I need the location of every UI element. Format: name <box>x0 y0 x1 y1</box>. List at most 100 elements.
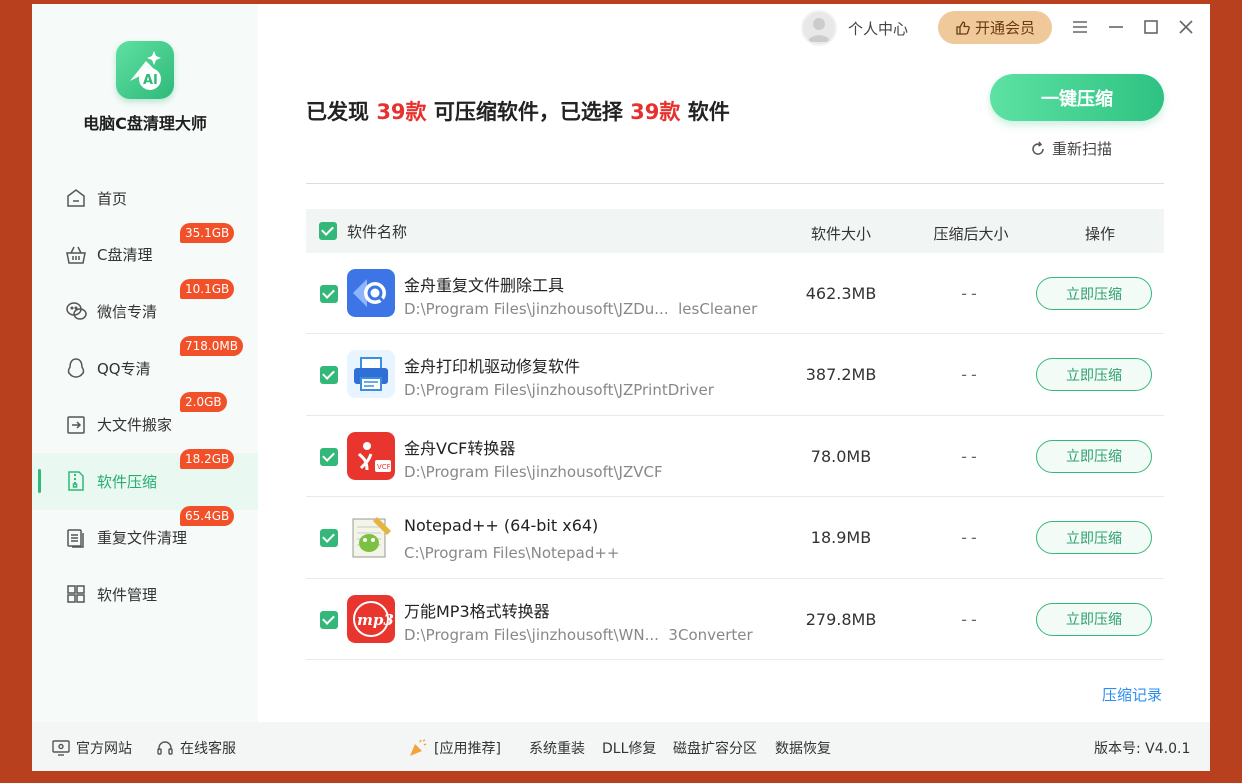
online-support-link[interactable]: 在线客服 <box>156 738 236 758</box>
size-badge: 718.0MB <box>180 335 243 356</box>
row-checkbox[interactable] <box>320 447 338 466</box>
rescan-label: 重新扫描 <box>1052 140 1113 158</box>
row-checkbox[interactable] <box>320 366 338 385</box>
sidebar-item-software-manage[interactable]: 软件管理 <box>32 566 258 623</box>
sidebar-nav: 首页 C盘清理 35.1GB 微信专清 10.1GB QQ专清 718.0MB … <box>32 170 258 623</box>
size-badge: 10.1GB <box>180 279 235 300</box>
headset-icon <box>157 741 173 755</box>
size-badge: 35.1GB <box>180 222 235 243</box>
support-label: 在线客服 <box>180 741 236 757</box>
sidebar-item-label: 软件压缩 <box>97 472 158 491</box>
column-header-name: 软件名称 <box>347 223 408 241</box>
compressed-size: -- <box>961 365 981 385</box>
svg-text:AI: AI <box>143 73 158 88</box>
table-row: mp3 万能MP3格式转换器 D:\Program Files\jinzhous… <box>306 579 1164 660</box>
software-path: D:\Program Files\jinzhousoft\JZDu... les… <box>404 300 758 318</box>
software-size: 78.0MB <box>810 446 872 466</box>
qq-icon <box>65 357 87 379</box>
footer-link-dll-repair[interactable]: DLL修复 <box>602 738 656 758</box>
avatar[interactable] <box>801 10 837 46</box>
apps-grid-icon <box>65 583 87 605</box>
compress-history-link[interactable]: 压缩记录 <box>1102 684 1162 705</box>
refresh-icon <box>1032 141 1044 155</box>
size-badge: 65.4GB <box>180 505 235 526</box>
software-name: 万能MP3格式转换器 <box>404 601 550 621</box>
divider <box>306 183 1164 184</box>
sidebar-item-c-drive-clean[interactable]: C盘清理 35.1GB <box>32 222 258 284</box>
thumbs-up-icon <box>956 20 970 35</box>
sidebar-item-label: 重复文件清理 <box>97 529 188 548</box>
footer-link-system-reinstall[interactable]: 系统重装 <box>529 738 585 758</box>
website-label: 官方网站 <box>76 741 132 757</box>
compress-now-button[interactable]: 立即压缩 <box>1036 439 1152 473</box>
zip-file-icon <box>65 470 87 492</box>
sidebar-item-label: C盘清理 <box>97 246 153 265</box>
compressed-size: -- <box>961 446 981 466</box>
sidebar-item-software-compress[interactable]: 软件压缩 18.2GB <box>32 448 258 510</box>
software-size: 387.2MB <box>805 365 877 385</box>
sidebar-item-label: QQ专清 <box>97 359 151 378</box>
selected-count: 39款 <box>630 100 681 124</box>
software-path: C:\Program Files\Notepad++ <box>404 544 620 563</box>
basket-icon <box>65 244 87 266</box>
table-row: 金舟重复文件删除工具 D:\Program Files\jinzhousoft\… <box>306 253 1164 335</box>
software-path: D:\Program Files\jinzhousoft\WN... 3Conv… <box>404 625 753 644</box>
rescan-button[interactable]: 重新扫描 <box>1030 138 1112 159</box>
compress-now-button[interactable]: 立即压缩 <box>1036 602 1152 636</box>
wechat-icon <box>65 300 87 322</box>
footer-link-data-recovery[interactable]: 数据恢复 <box>775 738 831 758</box>
software-size: 462.3MB <box>805 284 877 303</box>
row-checkbox[interactable] <box>320 529 338 548</box>
select-all-checkbox[interactable] <box>319 222 337 240</box>
maximize-icon[interactable] <box>1142 18 1160 36</box>
minimize-icon[interactable] <box>1107 18 1125 36</box>
vcf-converter-icon: VCF <box>347 431 395 480</box>
software-path: D:\Program Files\jinzhousoft\JZPrintDriv… <box>404 381 714 400</box>
recommend-label: [应用推荐] <box>434 741 501 757</box>
sidebar-item-duplicate-clean[interactable]: 重复文件清理 65.4GB <box>32 505 258 567</box>
vip-button[interactable]: 开通会员 <box>938 11 1052 44</box>
compressed-size: -- <box>961 284 981 303</box>
found-summary: 已发现 39款 可压缩软件，已选择 39款 软件 <box>306 100 730 124</box>
found-count: 39款 <box>376 100 427 124</box>
svg-text:VCF: VCF <box>377 463 391 471</box>
footer: 官方网站 在线客服 [应用推荐] 系统重装 DLL修复 磁盘扩容分区 数据恢复 … <box>32 722 1210 771</box>
software-size: 18.9MB <box>810 528 872 548</box>
software-name: 金舟VCF转换器 <box>404 438 516 458</box>
footer-link-disk-partition[interactable]: 磁盘扩容分区 <box>673 738 757 758</box>
duplicate-file-icon <box>65 527 87 549</box>
menu-icon[interactable] <box>1071 18 1089 36</box>
close-icon[interactable] <box>1177 18 1195 36</box>
column-header-after: 压缩后大小 <box>933 225 1009 243</box>
user-center-link[interactable]: 个人中心 <box>848 18 908 39</box>
table-header: 软件名称 软件大小 压缩后大小 操作 <box>306 209 1164 253</box>
notepadpp-icon <box>347 513 395 562</box>
sidebar-item-label: 微信专清 <box>97 302 158 321</box>
sidebar-item-wechat-clean[interactable]: 微信专清 10.1GB <box>32 279 258 340</box>
move-file-icon <box>65 414 87 436</box>
app-recommend: [应用推荐] <box>408 738 501 758</box>
compress-now-button[interactable]: 立即压缩 <box>1036 521 1152 555</box>
svg-text:mp3: mp3 <box>357 611 394 629</box>
sidebar-item-large-file-move[interactable]: 大文件搬家 2.0GB <box>32 392 258 453</box>
row-checkbox[interactable] <box>320 610 338 629</box>
party-popper-icon <box>410 739 427 756</box>
software-size: 279.8MB <box>805 609 877 629</box>
compress-now-button[interactable]: 立即压缩 <box>1036 277 1152 310</box>
sidebar-item-qq-clean[interactable]: QQ专清 718.0MB <box>32 335 258 397</box>
compress-now-button[interactable]: 立即压缩 <box>1036 358 1152 392</box>
official-website-link[interactable]: 官方网站 <box>52 738 132 758</box>
software-name: 金舟打印机驱动修复软件 <box>404 357 581 377</box>
monitor-icon <box>52 740 70 756</box>
table-row: Notepad++ (64-bit x64) C:\Program Files\… <box>306 497 1164 579</box>
sidebar-item-home[interactable]: 首页 <box>32 170 258 227</box>
software-path: D:\Program Files\jinzhousoft\JZVCF <box>404 462 663 481</box>
app-window: AI 电脑C盘清理大师 首页 C盘清理 35.1GB 微信专清 10.1GB Q… <box>32 4 1210 771</box>
software-name: 金舟重复文件删除工具 <box>404 276 565 295</box>
sidebar-item-label: 首页 <box>97 189 128 208</box>
sidebar: AI 电脑C盘清理大师 首页 C盘清理 35.1GB 微信专清 10.1GB Q… <box>32 4 258 722</box>
software-name: Notepad++ (64-bit x64) <box>404 516 599 536</box>
compress-all-button[interactable]: 一键压缩 <box>990 74 1164 121</box>
row-checkbox[interactable] <box>320 285 338 303</box>
home-icon <box>65 187 87 209</box>
